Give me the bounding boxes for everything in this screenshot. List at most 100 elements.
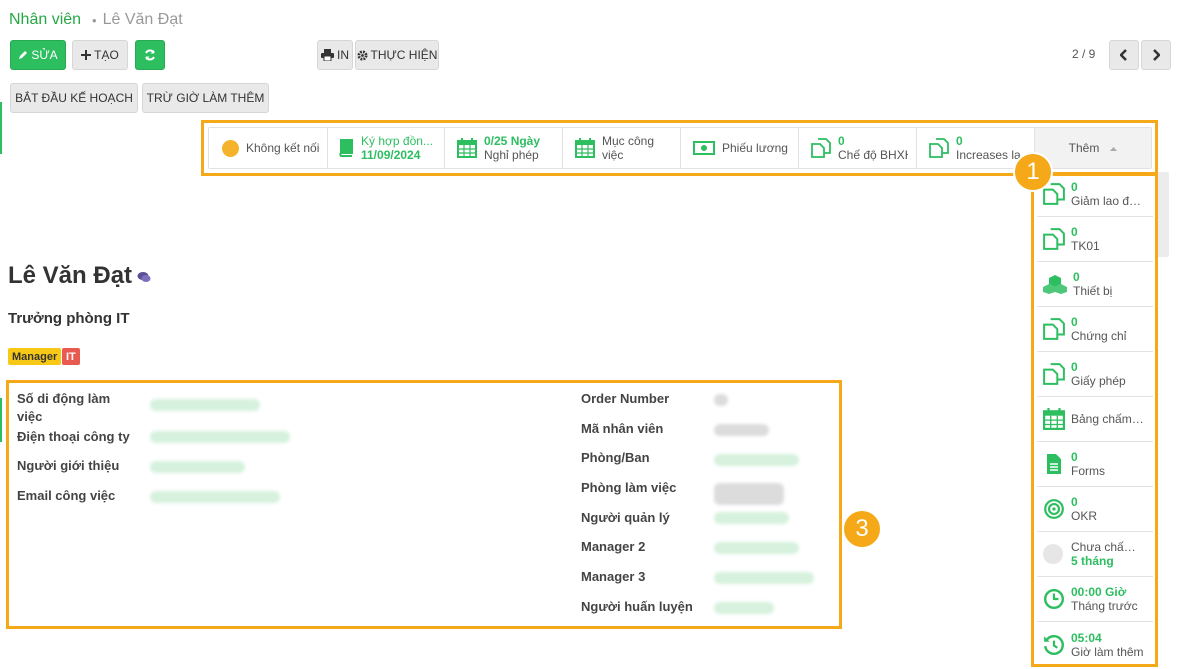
field-label-manager-2: Manager 2 (581, 539, 646, 554)
field-value-employee-code[interactable] (714, 424, 769, 436)
menu-item-tk01[interactable]: 0 TK01 (1037, 217, 1153, 262)
stat-label: Phiếu lương (722, 141, 788, 155)
menu-item-count: 00:00 Giờ (1071, 585, 1127, 599)
copy-icon (929, 138, 949, 158)
stat-connection-status[interactable]: Không kết nối (209, 128, 328, 168)
print-button-label: IN (337, 48, 349, 62)
field-value-work-email[interactable] (150, 491, 280, 503)
stat-leave[interactable]: 0/25 Ngày Nghỉ phép (445, 128, 563, 168)
field-value-company-phone[interactable] (150, 431, 290, 443)
field-label-referrer: Người giới thiệu (17, 458, 120, 473)
left-accent-bar (0, 398, 2, 442)
money-icon (693, 141, 715, 155)
deduct-overtime-button[interactable]: TRỪ GIỜ LÀM THÊM (142, 83, 269, 113)
menu-item-overtime[interactable]: 05:04 Giờ làm thêm (1037, 622, 1153, 667)
menu-item-okr[interactable]: 0 OKR (1037, 487, 1153, 532)
stat-label: Nghỉ phép (484, 148, 539, 162)
breadcrumb-parent-link[interactable]: Nhân viên (9, 11, 81, 29)
field-value-coach[interactable] (714, 602, 774, 614)
clock-icon (1043, 588, 1065, 610)
refresh-icon (145, 49, 155, 61)
field-value-manager-2[interactable] (714, 542, 799, 554)
highlight-frame-fields (6, 380, 842, 629)
menu-item-unrated[interactable]: Chưa chấm ... 5 tháng (1037, 532, 1153, 577)
chevron-left-icon (1120, 49, 1127, 61)
menu-item-last-month-hours[interactable]: 00:00 Giờ Tháng trước (1037, 577, 1153, 622)
menu-item-timesheet[interactable]: Bảng chấm ... (1037, 397, 1153, 442)
field-label-coach: Người huấn luyện (581, 599, 693, 614)
menu-item-count: 05:04 (1071, 630, 1102, 645)
create-button[interactable]: TẠO (72, 40, 128, 70)
start-plan-button[interactable]: BẮT ĐẦU KẾ HOẠCH (10, 83, 138, 113)
stat-contract[interactable]: Ký hợp đồn... 11/09/2024 (328, 128, 445, 168)
chat-icon[interactable] (137, 271, 151, 283)
menu-item-permits[interactable]: 0 Giấy phép (1037, 352, 1153, 397)
field-label-manager-3: Manager 3 (581, 569, 646, 584)
refresh-button[interactable] (135, 40, 165, 70)
callout-marker-1: 1 (1013, 152, 1053, 192)
menu-item-equipment[interactable]: 0 Thiết bị (1037, 262, 1153, 307)
field-label-line: việc (17, 409, 43, 424)
pager-previous-button[interactable] (1109, 40, 1139, 70)
field-value-referrer[interactable] (150, 461, 245, 473)
pager-next-button[interactable] (1141, 40, 1171, 70)
edit-button[interactable]: SỬA (10, 40, 66, 70)
stat-social-insurance[interactable]: 0 Chế độ BHXH (799, 128, 917, 168)
target-icon (1044, 499, 1064, 519)
field-value-department[interactable] (714, 454, 799, 466)
pencil-icon (19, 51, 28, 59)
copy-icon (1043, 363, 1065, 385)
scrollbar-thumb[interactable] (1157, 172, 1169, 257)
cubes-icon (1043, 275, 1067, 294)
print-button[interactable]: IN (317, 40, 353, 70)
copy-icon (1043, 318, 1065, 340)
tag-it: IT (62, 348, 80, 365)
stat-payslip[interactable]: Phiếu lương (681, 128, 799, 168)
stat-label: Chế độ BHXH (838, 148, 908, 162)
grey-dot-icon (1043, 544, 1063, 564)
menu-item-certificates[interactable]: 0 Chứng chỉ (1037, 307, 1153, 352)
menu-item-label: Tháng trước (1071, 599, 1138, 613)
stat-contract-date: 11/09/2024 (361, 148, 421, 162)
action-button[interactable]: THỰC HIỆN (355, 40, 439, 70)
copy-icon (1043, 228, 1065, 250)
calendar-icon (1043, 408, 1065, 430)
menu-item-label: Thiết bị (1073, 284, 1113, 298)
field-value-mobile[interactable] (150, 399, 260, 411)
field-label-company-phone: Điện thoại công ty (17, 429, 130, 444)
deduct-overtime-button-label: TRỪ GIỜ LÀM THÊM (146, 91, 265, 105)
pager-counter: 2 / 9 (1072, 47, 1096, 61)
menu-item-labor-reduction[interactable]: 0 Giảm lao độ... (1037, 172, 1153, 217)
menu-item-count: 0 (1071, 495, 1078, 509)
caret-up-icon (1110, 146, 1118, 151)
menu-item-count: 0 (1073, 270, 1080, 284)
field-label-mobile: Số di động làm việc (17, 390, 110, 426)
field-value-order-number[interactable] (714, 394, 728, 406)
copy-icon (811, 138, 831, 158)
menu-item-label: Giảm lao độ... (1071, 194, 1145, 208)
book-icon (339, 139, 353, 157)
stat-contract-title: Ký hợp đồn... (361, 134, 433, 148)
stat-leave-count: 0/25 Ngày (484, 134, 541, 148)
stat-count: 0 (956, 134, 963, 148)
field-label-work-email: Email công việc (17, 488, 116, 503)
menu-item-label: OKR (1071, 509, 1098, 523)
menu-item-label: Forms (1071, 464, 1105, 478)
field-value-manager[interactable] (714, 512, 789, 524)
history-icon (1044, 634, 1064, 655)
start-plan-button-label: BẮT ĐẦU KẾ HOẠCH (15, 91, 133, 105)
more-dropdown-toggle[interactable]: Thêm (1035, 128, 1151, 168)
menu-item-count: 0 (1071, 450, 1078, 464)
left-accent-bar (0, 102, 2, 154)
breadcrumb: Nhân viên • Lê Văn Đạt (9, 11, 183, 29)
print-icon (321, 49, 334, 61)
field-value-manager-3[interactable] (714, 572, 814, 584)
menu-item-label: Chứng chỉ (1071, 329, 1127, 343)
menu-item-forms[interactable]: 0 Forms (1037, 442, 1153, 487)
status-dot-icon (222, 139, 239, 157)
field-label-order-number: Order Number (581, 391, 670, 406)
field-value-work-location[interactable] (714, 483, 784, 505)
stat-work-items[interactable]: Mục công việc (563, 128, 681, 168)
menu-item-count: 5 tháng (1071, 554, 1114, 568)
field-label-employee-code: Mã nhân viên (581, 421, 664, 436)
